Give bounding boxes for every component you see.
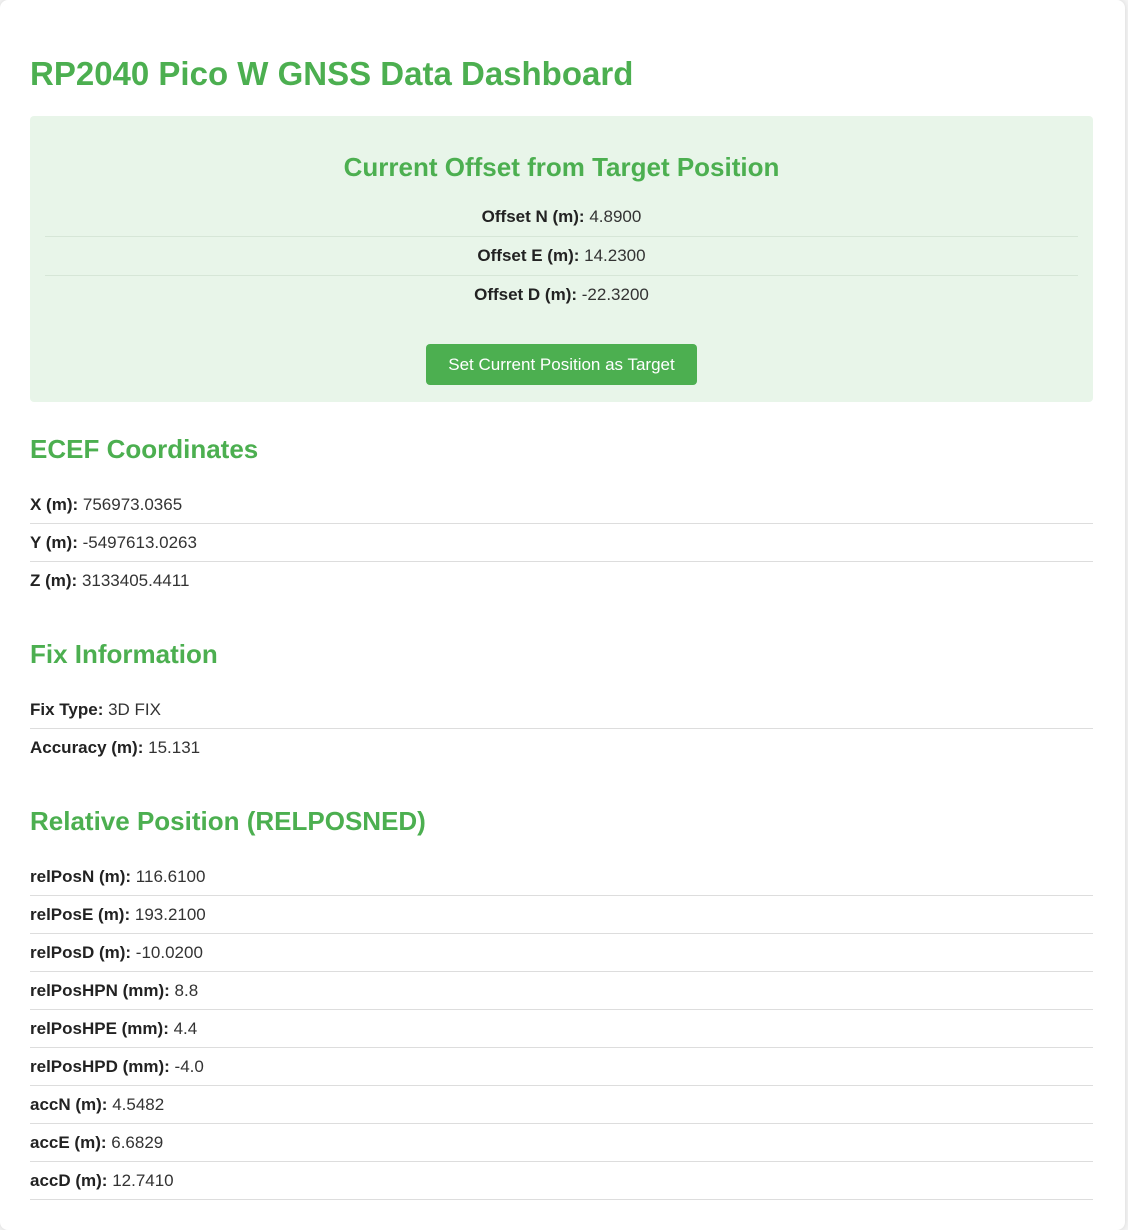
offset-row-e: Offset E (m): 14.2300 (45, 237, 1078, 276)
relpose-label: relPosE (m): (30, 905, 135, 924)
offset-row-n: Offset N (m): 4.8900 (45, 198, 1078, 237)
relposned-row-relposhpd: relPosHPD (mm): -4.0 (30, 1048, 1093, 1086)
accd-value: 12.7410 (112, 1171, 174, 1190)
offset-row-d: Offset D (m): -22.3200 (45, 276, 1078, 314)
accn-label: accN (m): (30, 1095, 113, 1114)
ecef-row-x: X (m): 756973.0365 (30, 486, 1093, 524)
fix-section: Fix Information Fix Type: 3D FIX Accurac… (30, 637, 1093, 766)
ecef-z-label: Z (m): (30, 571, 82, 590)
acce-value: 6.6829 (111, 1133, 164, 1152)
relposhpn-value: 8.8 (174, 981, 199, 1000)
ecef-z-value: 3133405.4411 (81, 571, 190, 590)
relposhpd-value: -4.0 (174, 1057, 204, 1076)
fix-accuracy-label: Accuracy (m): (30, 738, 149, 757)
relposhpd-label: relPosHPD (mm): (30, 1057, 175, 1076)
relposned-row-accd: accD (m): 12.7410 (30, 1162, 1093, 1200)
offset-e-label: Offset E (m): (477, 246, 585, 265)
relposned-row-relposhpn: relPosHPN (mm): 8.8 (30, 972, 1093, 1010)
offset-heading: Current Offset from Target Position (343, 152, 780, 182)
ecef-x-label: X (m): (30, 495, 83, 514)
relposned-row-relposd: relPosD (m): -10.0200 (30, 934, 1093, 972)
dashboard-container: RP2040 Pico W GNSS Data Dashboard Curren… (0, 0, 1125, 1230)
relposned-heading: Relative Position (RELPOSNED) (30, 806, 426, 836)
relposned-row-relposhpe: relPosHPE (mm): 4.4 (30, 1010, 1093, 1048)
offset-panel: Current Offset from Target Position Offs… (30, 116, 1093, 402)
relposd-value: -10.0200 (135, 943, 203, 962)
set-target-button[interactable]: Set Current Position as Target (426, 344, 697, 385)
fix-type-value: 3D FIX (108, 700, 161, 719)
accd-label: accD (m): (30, 1171, 113, 1190)
relposn-label: relPosN (m): (30, 867, 136, 886)
offset-n-value: 4.8900 (589, 207, 642, 226)
ecef-row-z: Z (m): 3133405.4411 (30, 562, 1093, 599)
relposhpn-label: relPosHPN (mm): (30, 981, 175, 1000)
offset-e-value: 14.2300 (584, 246, 646, 265)
relposhpe-value: 4.4 (173, 1019, 198, 1038)
offset-d-label: Offset D (m): (474, 285, 582, 304)
offset-n-label: Offset N (m): (481, 207, 590, 226)
fix-row-type: Fix Type: 3D FIX (30, 691, 1093, 729)
relpose-value: 193.2100 (134, 905, 206, 924)
relposned-row-relposn: relPosN (m): 116.6100 (30, 858, 1093, 896)
relposhpe-label: relPosHPE (mm): (30, 1019, 174, 1038)
relposned-row-relpose: relPosE (m): 193.2100 (30, 896, 1093, 934)
ecef-y-label: Y (m): (30, 533, 83, 552)
fix-row-accuracy: Accuracy (m): 15.131 (30, 729, 1093, 766)
accn-value: 4.5482 (112, 1095, 165, 1114)
relposned-row-accn: accN (m): 4.5482 (30, 1086, 1093, 1124)
ecef-row-y: Y (m): -5497613.0263 (30, 524, 1093, 562)
fix-type-label: Fix Type: (30, 700, 109, 719)
page-title: RP2040 Pico W GNSS Data Dashboard (30, 55, 634, 92)
relposned-section: Relative Position (RELPOSNED) relPosN (m… (30, 804, 1093, 1200)
fix-heading: Fix Information (30, 639, 218, 669)
ecef-heading: ECEF Coordinates (30, 434, 259, 464)
ecef-x-value: 756973.0365 (82, 495, 183, 514)
relposd-label: relPosD (m): (30, 943, 136, 962)
offset-d-value: -22.3200 (581, 285, 649, 304)
ecef-y-value: -5497613.0263 (82, 533, 197, 552)
relposned-row-acce: accE (m): 6.6829 (30, 1124, 1093, 1162)
ecef-section: ECEF Coordinates X (m): 756973.0365 Y (m… (30, 432, 1093, 599)
acce-label: accE (m): (30, 1133, 112, 1152)
relposn-value: 116.6100 (135, 867, 206, 886)
fix-accuracy-value: 15.131 (148, 738, 201, 757)
